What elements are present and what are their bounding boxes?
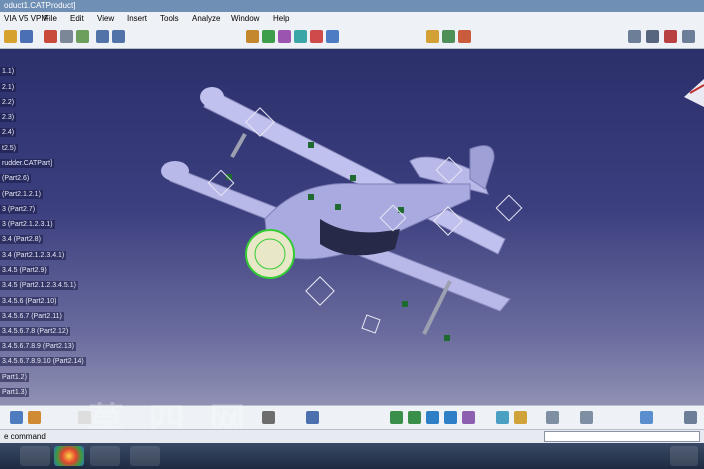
menu-insert[interactable]: Insert	[127, 12, 147, 26]
tree-node[interactable]: 3.4 (Part2.1.2.3.4.1)	[0, 251, 67, 260]
tree-node[interactable]: 3.4.5 (Part2.9)	[0, 266, 49, 275]
paste-icon[interactable]	[76, 30, 89, 43]
strut-left	[230, 133, 247, 158]
upper-wing-tip-left	[200, 87, 224, 107]
tray-icon[interactable]	[670, 446, 698, 466]
normal-view-icon[interactable]	[462, 411, 475, 424]
app-label: VIA V5 VPM	[4, 14, 49, 23]
constraint-icon[interactable]	[262, 30, 275, 43]
section-icon[interactable]	[426, 30, 439, 43]
lower-wing-tip-left	[161, 161, 189, 181]
assembly-icon[interactable]	[246, 30, 259, 43]
tree-node[interactable]: 3.4.5.6.7.8.9 (Part2.13)	[0, 342, 76, 351]
tree-node[interactable]: 1.1)	[0, 67, 17, 76]
zoom-out-icon[interactable]	[444, 411, 457, 424]
chrome-icon[interactable]	[54, 446, 84, 466]
tree-node[interactable]: (Part2.1.2.1)	[0, 190, 43, 199]
catia-taskbar-icon[interactable]	[20, 446, 50, 466]
tree-node[interactable]: t2.5)	[0, 144, 19, 153]
menu-window[interactable]: Window	[231, 12, 259, 26]
close-icon[interactable]	[664, 30, 677, 43]
pan-icon[interactable]	[390, 411, 403, 424]
tree-node[interactable]: 3.4.5.6.7.8 (Part2.12)	[0, 327, 71, 336]
rotate-icon[interactable]	[408, 411, 421, 424]
select-icon[interactable]	[10, 411, 23, 424]
compass-widget[interactable]	[684, 79, 704, 107]
tree-node[interactable]: 3.4 (Part2.8)	[0, 235, 43, 244]
menu-file[interactable]: File	[44, 12, 57, 26]
tree-node[interactable]: rudder.CATPart]	[0, 159, 55, 168]
folder-icon[interactable]	[4, 30, 17, 43]
tree-node[interactable]: 2.2)	[0, 98, 17, 107]
table-icon[interactable]	[306, 411, 319, 424]
tree-node[interactable]: 2.4)	[0, 128, 17, 137]
menu-edit[interactable]: Edit	[70, 12, 84, 26]
tree-node[interactable]: 3.4.5.6.7 (Part2.11)	[0, 312, 64, 321]
measure-tool-icon[interactable]	[640, 411, 653, 424]
undo-icon[interactable]	[96, 30, 109, 43]
command-input[interactable]	[544, 431, 700, 442]
menu-view[interactable]: View	[97, 12, 114, 26]
fit-all-icon[interactable]	[646, 30, 659, 43]
new-icon[interactable]	[78, 411, 91, 424]
tree-node[interactable]: 2.3)	[0, 113, 17, 122]
tree-node[interactable]: Part1.3)	[0, 388, 29, 397]
save-icon[interactable]	[20, 30, 33, 43]
menu-analyze[interactable]: Analyze	[192, 12, 220, 26]
status-prompt: e command	[4, 432, 46, 441]
zoom-in-icon[interactable]	[426, 411, 439, 424]
hide-show-icon[interactable]	[546, 411, 559, 424]
3d-viewport[interactable]: 1.1) 2.1) 2.2) 2.3) 2.4) t2.5) rudder.CA…	[0, 49, 704, 405]
bottom-toolbar	[0, 405, 704, 430]
snap-icon[interactable]	[294, 30, 307, 43]
menu-tools[interactable]: Tools	[160, 12, 179, 26]
taskbar-app-icon[interactable]	[90, 446, 120, 466]
window-title: oduct1.CATProduct]	[0, 0, 704, 12]
menu-bar: VIA V5 VPM File Edit View Insert Tools A…	[0, 12, 704, 27]
assembly-tools-icon[interactable]	[28, 411, 41, 424]
top-toolbar	[0, 26, 704, 49]
copy-icon[interactable]	[60, 30, 73, 43]
settings-icon[interactable]	[682, 30, 695, 43]
measure-icon[interactable]	[278, 30, 291, 43]
status-bar: e command	[0, 429, 704, 444]
shading-icon[interactable]	[514, 411, 527, 424]
tree-node[interactable]: Part1.2)	[0, 373, 29, 382]
tree-node[interactable]: 2.1)	[0, 83, 17, 92]
menu-help[interactable]: Help	[273, 12, 289, 26]
compass-icon[interactable]	[628, 30, 641, 43]
tree-node[interactable]: 3 (Part2.1.2.3.1)	[0, 220, 55, 229]
cut-icon[interactable]	[44, 30, 57, 43]
iso-view-icon[interactable]	[496, 411, 509, 424]
folder-taskbar-icon[interactable]	[130, 446, 160, 466]
redo-icon[interactable]	[112, 30, 125, 43]
explode-icon[interactable]	[310, 30, 323, 43]
tree-node[interactable]: 3.4.5.6 (Part2.10)	[0, 297, 59, 306]
engine-cowl[interactable]	[245, 229, 295, 279]
tree-node[interactable]: 3.4.5 (Part2.1.2.3.4.5.1)	[0, 281, 78, 290]
specification-tree[interactable]: 1.1) 2.1) 2.2) 2.3) 2.4) t2.5) rudder.CA…	[0, 49, 110, 405]
taskbar	[0, 443, 704, 469]
tree-node[interactable]: 3.4.5.6.7.8.9.10 (Part2.14)	[0, 357, 86, 366]
clipboard-icon[interactable]	[684, 411, 697, 424]
render-icon[interactable]	[458, 30, 471, 43]
swap-icon[interactable]	[580, 411, 593, 424]
formula-icon[interactable]	[262, 411, 275, 424]
tree-node[interactable]: 3 (Part2.7)	[0, 205, 38, 214]
clash-icon[interactable]	[326, 30, 339, 43]
strut-right	[422, 280, 452, 335]
analysis-icon[interactable]	[442, 30, 455, 43]
tree-node[interactable]: (Part2.6)	[0, 174, 32, 183]
